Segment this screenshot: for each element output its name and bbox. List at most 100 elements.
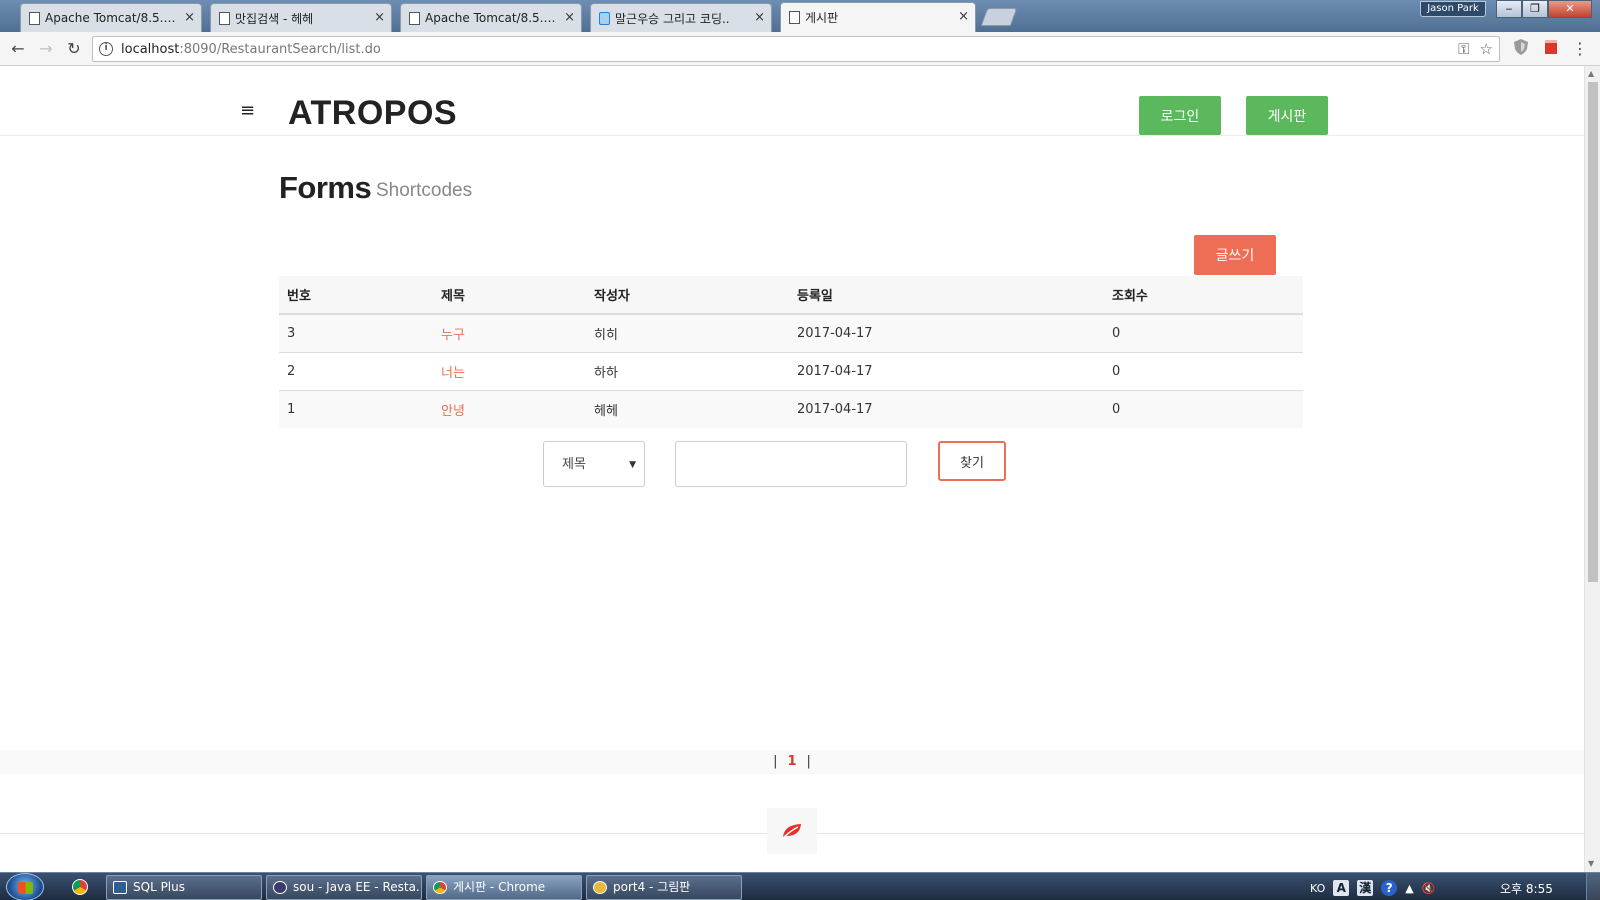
windows-start-icon[interactable] <box>6 873 44 900</box>
url-host: localhost <box>121 41 180 57</box>
pagination-separator: | <box>806 754 811 769</box>
tab-title: 맛집검색 - 헤헤 <box>235 11 314 26</box>
post-number: 3 <box>279 314 433 353</box>
table-header-row: 번호 제목 작성자 등록일 조회수 <box>279 276 1303 315</box>
tab-close-icon[interactable]: × <box>374 10 385 25</box>
search-input[interactable] <box>675 441 907 487</box>
column-header-number: 번호 <box>279 276 433 315</box>
page-icon <box>789 11 800 24</box>
taskbar-item-label: 게시판 - Chrome <box>453 880 546 894</box>
menu-icon[interactable]: ⋮ <box>1570 39 1590 59</box>
scroll-thumb[interactable] <box>1588 82 1598 582</box>
help-icon[interactable]: ? <box>1381 880 1398 896</box>
leaf-icon <box>781 824 801 840</box>
paint-icon <box>593 881 607 894</box>
maximize-button[interactable]: ❐ <box>1522 0 1548 18</box>
volume-muted-icon[interactable]: 🔇 <box>1422 882 1436 895</box>
hamburger-icon[interactable]: ≡ <box>240 102 255 120</box>
post-title-cell: 너는 <box>433 352 586 391</box>
post-title-link[interactable]: 안녕 <box>441 404 465 419</box>
page-viewport: ≡ ATROPOS 로그인 게시판 Forms Shortcodes 글쓰기 번… <box>0 66 1584 872</box>
search-button[interactable]: 찾기 <box>938 441 1006 481</box>
taskbar-item-chrome[interactable]: 게시판 - Chrome <box>426 875 582 900</box>
page-icon <box>29 12 40 25</box>
post-date: 2017-04-17 <box>789 314 1104 353</box>
taskbar-item-label: sou - Java EE - Resta... <box>293 880 422 894</box>
post-title-cell: 안녕 <box>433 390 586 428</box>
new-tab-button[interactable] <box>980 8 1018 26</box>
chrome-icon <box>433 881 447 894</box>
table-row: 1 안녕 헤헤 2017-04-17 0 <box>279 390 1303 428</box>
scroll-down-icon[interactable]: ▼ <box>1588 859 1594 868</box>
post-number: 2 <box>279 352 433 391</box>
post-views: 0 <box>1104 314 1303 353</box>
back-icon[interactable]: ← <box>8 39 28 59</box>
browser-tab-4[interactable]: 말근우승 그리고 코딩.. × <box>590 3 772 32</box>
tab-close-icon[interactable]: × <box>754 10 765 25</box>
hanja-icon[interactable]: 漢 <box>1357 880 1374 896</box>
post-title-cell: 누구 <box>433 314 586 353</box>
search-field-selected: 제목 <box>562 457 586 472</box>
post-date: 2017-04-17 <box>789 390 1104 428</box>
browser-tab-1[interactable]: Apache Tomcat/8.5.9 - E × <box>20 3 202 32</box>
login-button[interactable]: 로그인 <box>1139 96 1221 135</box>
key-icon[interactable]: ⚿ <box>1458 40 1469 58</box>
post-title-link[interactable]: 너는 <box>441 366 465 381</box>
taskbar-item-label: SQL Plus <box>133 880 185 894</box>
scroll-up-icon[interactable]: ▲ <box>1588 69 1594 78</box>
page-title: Forms <box>279 170 372 205</box>
system-tray: KO A 漢 ? ▲ 🔇 <box>1310 878 1443 898</box>
browser-tab-3[interactable]: Apache Tomcat/8.5.9 - E × <box>400 3 582 32</box>
tab-close-icon[interactable]: × <box>184 10 195 25</box>
site-header: ≡ ATROPOS 로그인 게시판 <box>0 66 1584 136</box>
taskbar-item-paint[interactable]: port4 - 그림판 <box>586 875 742 900</box>
shield-icon[interactable] <box>1512 38 1530 56</box>
forward-icon[interactable]: → <box>36 39 56 59</box>
tab-close-icon[interactable]: × <box>564 10 575 25</box>
page-icon <box>409 12 420 25</box>
address-url: localhost:8090/RestaurantSearch/list.do <box>121 42 381 57</box>
url-path: :8090/RestaurantSearch/list.do <box>179 41 381 57</box>
taskbar-item-sqlplus[interactable]: SQL Plus <box>106 875 262 900</box>
column-header-author: 작성자 <box>586 276 789 315</box>
info-icon[interactable]: i <box>99 42 113 56</box>
minimize-button[interactable]: ‒ <box>1496 0 1522 18</box>
page-link-current[interactable]: 1 <box>787 754 796 769</box>
page-scrollbar[interactable]: ▲ ▼ <box>1584 66 1600 872</box>
star-icon[interactable]: ☆ <box>1480 40 1493 58</box>
footer-badge <box>767 808 817 854</box>
taskbar-item-eclipse[interactable]: sou - Java EE - Resta... <box>266 875 422 900</box>
address-bar[interactable]: i localhost:8090/RestaurantSearch/list.d… <box>92 36 1500 62</box>
taskbar-clock[interactable]: 오후 8:55 <box>1500 880 1553 897</box>
eclipse-icon <box>273 881 287 894</box>
search-field-select[interactable]: 제목 ▼ <box>543 441 645 487</box>
terminal-icon <box>113 881 127 894</box>
reload-icon[interactable]: ↻ <box>64 39 84 59</box>
tray-expand-icon[interactable]: ▲ <box>1405 882 1413 895</box>
chrome-icon[interactable] <box>72 879 88 895</box>
post-title-link[interactable]: 누구 <box>441 328 465 343</box>
post-number: 1 <box>279 390 433 428</box>
tab-title: Apache Tomcat/8.5.9 - E <box>425 11 557 25</box>
site-logo[interactable]: ATROPOS <box>288 94 457 133</box>
post-author: 하하 <box>586 352 789 391</box>
write-post-button[interactable]: 글쓰기 <box>1194 235 1276 275</box>
page-icon <box>219 12 230 25</box>
language-indicator[interactable]: KO <box>1310 882 1325 895</box>
extension-icon[interactable] <box>1542 38 1560 56</box>
tab-close-icon[interactable]: × <box>958 9 969 24</box>
show-desktop-button[interactable] <box>1586 873 1600 900</box>
browser-tab-2[interactable]: 맛집검색 - 헤헤 × <box>210 3 392 32</box>
column-header-title: 제목 <box>433 276 586 315</box>
profile-chip[interactable]: Jason Park <box>1420 1 1486 17</box>
post-author: 헤헤 <box>586 390 789 428</box>
tab-title: 말근우승 그리고 코딩.. <box>615 11 730 26</box>
pagination: | 1 | <box>0 750 1584 774</box>
pagination-separator: | <box>773 754 778 769</box>
ime-icon[interactable]: A <box>1333 880 1350 896</box>
board-button[interactable]: 게시판 <box>1246 96 1328 135</box>
browser-tab-5[interactable]: 게시판 × <box>780 2 976 32</box>
close-window-button[interactable]: ✕ <box>1548 0 1592 18</box>
address-actions: ⚿ ☆ <box>1448 40 1493 58</box>
table-row: 2 너는 하하 2017-04-17 0 <box>279 352 1303 391</box>
